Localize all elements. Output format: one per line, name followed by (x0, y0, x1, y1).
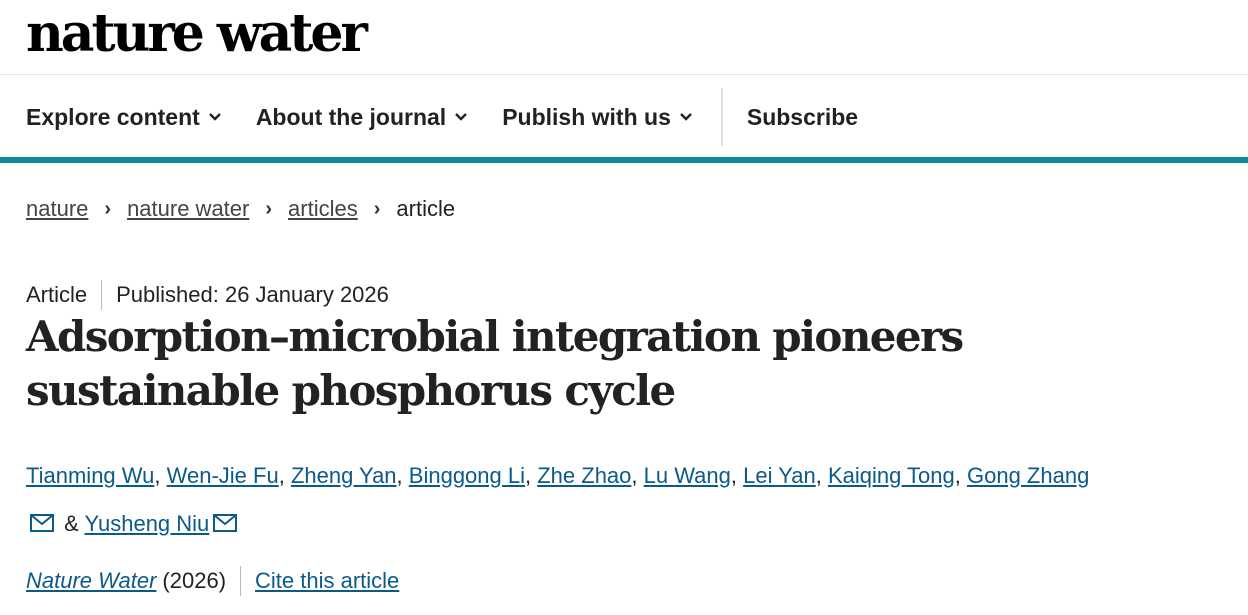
nav-publish-with-us[interactable]: Publish with us (502, 104, 693, 131)
journal-logo[interactable]: nature water (26, 4, 368, 64)
subscribe-link[interactable]: Subscribe (747, 104, 858, 131)
nav-item-label: Publish with us (502, 103, 671, 130)
breadcrumb-nature[interactable]: nature (26, 196, 88, 222)
main-nav: Explore content About the journal Publis… (0, 86, 1248, 148)
breadcrumb-current: article (396, 196, 456, 221)
author-list: Tianming Wu, Wen-Jie Fu, Zheng Yan, Bing… (26, 463, 1090, 536)
breadcrumb: nature › nature water › articles › artic… (26, 196, 455, 222)
breadcrumb-nature-water[interactable]: nature water (127, 196, 249, 222)
chevron-right-icon: › (265, 197, 273, 220)
chevron-down-icon (455, 113, 468, 121)
chevron-down-icon (680, 113, 692, 121)
author-link[interactable]: Lei Yan (743, 463, 816, 488)
chevron-right-icon: › (104, 197, 112, 220)
mail-icon[interactable] (213, 514, 238, 533)
nav-accent-bar (0, 157, 1248, 163)
nav-item-label: Explore content (26, 103, 200, 130)
breadcrumb-articles[interactable]: articles (288, 196, 358, 222)
article-type: Article (26, 282, 88, 307)
citation-divider (240, 566, 242, 596)
author-link[interactable]: Zhe Zhao (537, 463, 631, 488)
article-title: Adsorption–microbial integration pioneer… (26, 312, 964, 415)
nav-explore-content[interactable]: Explore content (26, 104, 222, 131)
cite-this-article-link[interactable]: Cite this article (255, 568, 399, 594)
author-link[interactable]: Lu Wang (644, 463, 731, 488)
chevron-down-icon (208, 113, 221, 121)
published-date: Published: 26 January 2026 (116, 282, 389, 307)
journal-year: (2026) (162, 568, 227, 593)
author-link[interactable]: Tianming Wu (26, 463, 154, 488)
author-link[interactable]: Gong Zhang (967, 463, 1089, 488)
nav-about-the-journal[interactable]: About the journal (256, 104, 468, 131)
nav-divider (720, 88, 723, 146)
mail-icon[interactable] (30, 514, 54, 533)
citation-line: Nature Water (2026) Cite this article (26, 566, 399, 596)
journal-link[interactable]: Nature Water (26, 568, 156, 594)
meta-divider (101, 280, 103, 310)
author-link[interactable]: Kaiqing Tong (828, 463, 955, 488)
chevron-right-icon: › (373, 197, 381, 220)
nav-item-label: About the journal (255, 103, 447, 130)
author-link[interactable]: Zheng Yan (291, 463, 397, 488)
header-divider (0, 74, 1248, 75)
author-ampersand: & (64, 511, 79, 536)
author-link[interactable]: Binggong Li (409, 463, 525, 488)
author-link-last[interactable]: Yusheng Niu (85, 511, 210, 536)
author-link[interactable]: Wen-Jie Fu (167, 463, 279, 488)
article-meta: Article Published: 26 January 2026 (26, 280, 389, 310)
